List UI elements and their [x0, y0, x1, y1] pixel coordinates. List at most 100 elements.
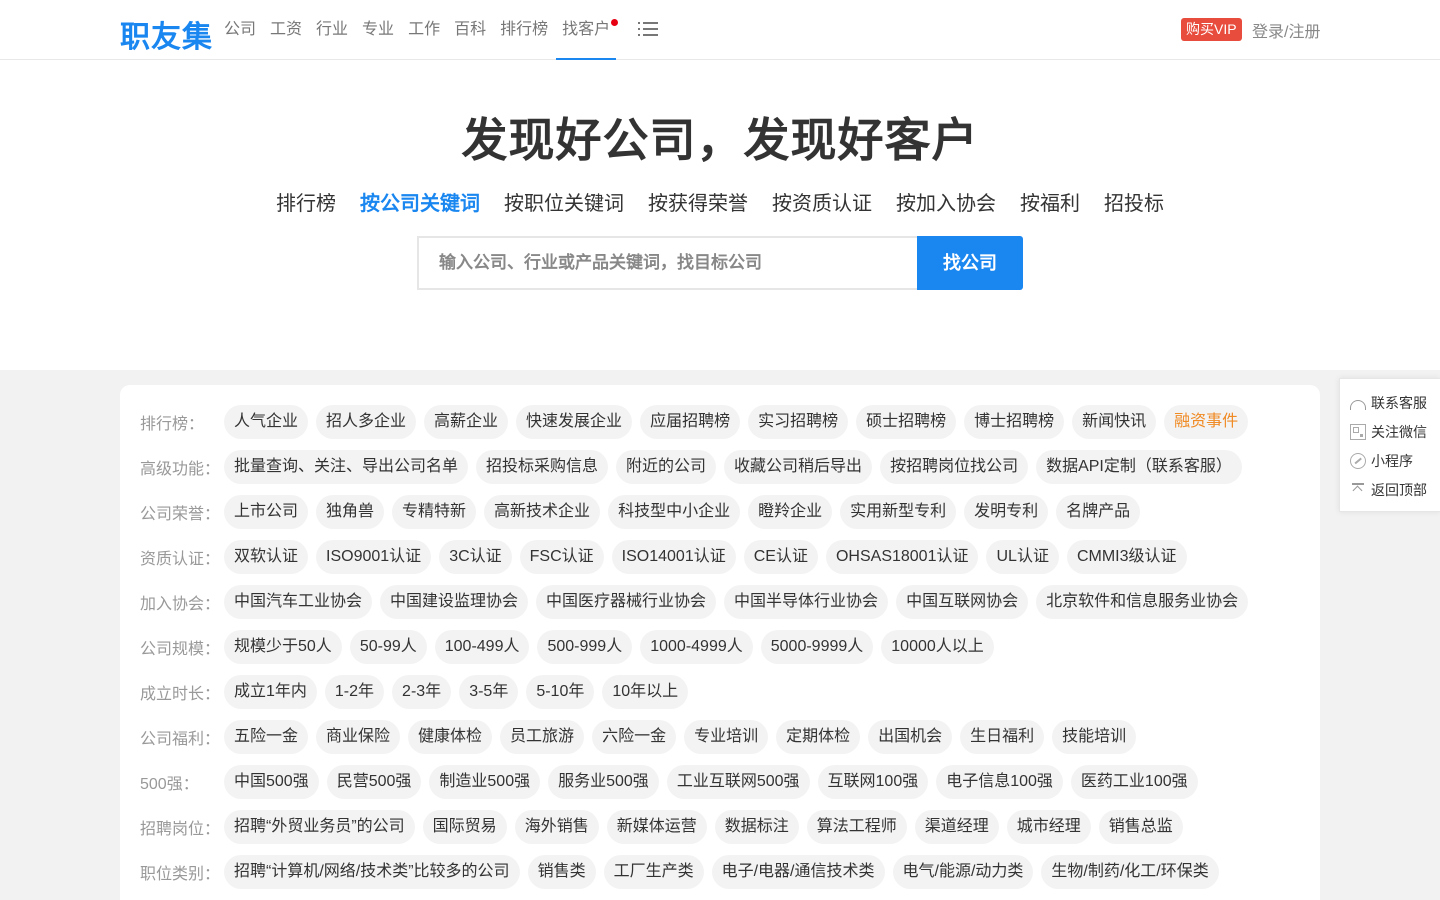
- filter-tag[interactable]: 中国互联网协会: [896, 585, 1029, 619]
- filter-tag[interactable]: 服务业500强: [548, 765, 659, 799]
- filter-tag[interactable]: 电子信息100强: [936, 765, 1063, 799]
- filter-tag[interactable]: 中国汽车工业协会: [224, 585, 373, 619]
- filter-tag[interactable]: 5000-9999人: [760, 630, 874, 664]
- filter-tag[interactable]: 双软认证: [224, 540, 309, 574]
- contact-service-button[interactable]: 联系客服: [1350, 393, 1427, 413]
- filter-tag[interactable]: 海外销售: [514, 810, 599, 844]
- filter-tag[interactable]: 商业保险: [316, 720, 401, 754]
- login-register-link[interactable]: 登录/注册: [1252, 18, 1320, 42]
- search-input[interactable]: [419, 238, 918, 288]
- filter-tag[interactable]: ISO9001认证: [316, 540, 432, 574]
- tab-job-keyword[interactable]: 按职位关键词: [504, 187, 624, 216]
- filter-tag[interactable]: FSC认证: [519, 540, 604, 574]
- filter-tag[interactable]: 科技型中小企业: [608, 495, 741, 529]
- filter-tag[interactable]: 生物/制药/化工/环保类: [1041, 855, 1219, 889]
- filter-tag[interactable]: 互联网100强: [817, 765, 929, 799]
- tab-company-keyword[interactable]: 按公司关键词: [360, 187, 480, 216]
- filter-tag[interactable]: 五险一金: [224, 720, 309, 754]
- filter-tag[interactable]: 附近的公司: [616, 450, 717, 484]
- filter-tag[interactable]: 实用新型专利: [840, 495, 957, 529]
- filter-tag[interactable]: 北京软件和信息服务业协会: [1036, 585, 1249, 619]
- tab-ranking[interactable]: 排行榜: [276, 187, 336, 216]
- back-to-top-button[interactable]: 返回顶部: [1350, 480, 1427, 500]
- filter-tag[interactable]: 上市公司: [224, 495, 309, 529]
- filter-tag[interactable]: 新媒体运营: [606, 810, 707, 844]
- filter-tag[interactable]: 员工旅游: [500, 720, 585, 754]
- filter-tag[interactable]: 专业培训: [684, 720, 769, 754]
- filter-tag[interactable]: 招聘“计算机/网络/技术类”比较多的公司: [224, 855, 520, 889]
- filter-tag[interactable]: 技能培训: [1052, 720, 1137, 754]
- filter-tag[interactable]: 中国医疗器械行业协会: [536, 585, 717, 619]
- filter-tag[interactable]: 发明专利: [964, 495, 1049, 529]
- tab-certification[interactable]: 按资质认证: [772, 187, 872, 216]
- filter-tag[interactable]: 名牌产品: [1056, 495, 1141, 529]
- filter-tag[interactable]: 渠道经理: [914, 810, 999, 844]
- mini-program-button[interactable]: 小程序: [1350, 451, 1413, 471]
- filter-tag[interactable]: 成立1年内: [224, 675, 317, 709]
- nav-item-ranking[interactable]: 排行榜: [500, 0, 548, 60]
- filter-tag[interactable]: 招聘“外贸业务员”的公司: [224, 810, 415, 844]
- filter-tag[interactable]: 人气企业: [224, 405, 309, 439]
- nav-item-find-customers[interactable]: 找客户: [556, 0, 619, 60]
- filter-tag[interactable]: 瞪羚企业: [748, 495, 833, 529]
- filter-tag[interactable]: 电气/能源/动力类: [892, 855, 1034, 889]
- filter-tag[interactable]: 健康体检: [408, 720, 493, 754]
- filter-tag[interactable]: 应届招聘榜: [640, 405, 741, 439]
- filter-tag[interactable]: 生日福利: [960, 720, 1045, 754]
- filter-tag[interactable]: 批量查询、关注、导出公司名单: [224, 450, 469, 484]
- filter-tag[interactable]: 制造业500强: [429, 765, 541, 799]
- filter-tag[interactable]: 快速发展企业: [516, 405, 633, 439]
- filter-tag[interactable]: 10年以上: [602, 675, 689, 709]
- filter-tag[interactable]: 销售类: [527, 855, 596, 889]
- filter-tag[interactable]: 数据API定制（联系客服）: [1036, 450, 1242, 484]
- filter-tag[interactable]: 博士招聘榜: [964, 405, 1065, 439]
- filter-tag[interactable]: 3-5年: [459, 675, 519, 709]
- filter-tag[interactable]: 医药工业100强: [1070, 765, 1198, 799]
- nav-item-industry[interactable]: 行业: [316, 0, 348, 60]
- filter-tag[interactable]: 算法工程师: [806, 810, 907, 844]
- filter-tag[interactable]: 工厂生产类: [603, 855, 704, 889]
- filter-tag[interactable]: 实习招聘榜: [748, 405, 849, 439]
- search-button[interactable]: 找公司: [917, 236, 1023, 290]
- menu-list-icon[interactable]: [638, 22, 659, 38]
- filter-tag[interactable]: 2-3年: [392, 675, 452, 709]
- nav-item-company[interactable]: 公司: [224, 0, 256, 60]
- filter-tag[interactable]: ISO14001认证: [611, 540, 736, 574]
- filter-tag[interactable]: CE认证: [743, 540, 818, 574]
- filter-tag[interactable]: CMMI3级认证: [1066, 540, 1187, 574]
- filter-tag[interactable]: 新闻快讯: [1072, 405, 1157, 439]
- filter-tag[interactable]: 招投标采购信息: [476, 450, 609, 484]
- filter-tag[interactable]: 1-2年: [324, 675, 385, 709]
- filter-tag[interactable]: 50-99人: [349, 630, 427, 664]
- nav-item-major[interactable]: 专业: [362, 0, 394, 60]
- filter-tag[interactable]: 10000人以上: [881, 630, 994, 664]
- filter-tag[interactable]: 电子/电器/通信技术类: [711, 855, 885, 889]
- site-logo[interactable]: 职友集: [120, 12, 213, 56]
- filter-tag[interactable]: 高新技术企业: [484, 495, 601, 529]
- filter-tag[interactable]: 500-999人: [537, 630, 633, 664]
- filter-tag[interactable]: 销售总监: [1098, 810, 1183, 844]
- filter-tag[interactable]: 中国建设监理协会: [380, 585, 529, 619]
- filter-tag[interactable]: 独角兽: [316, 495, 385, 529]
- tab-honors[interactable]: 按获得荣誉: [648, 187, 748, 216]
- nav-item-job[interactable]: 工作: [408, 0, 440, 60]
- filter-tag[interactable]: 出国机会: [868, 720, 953, 754]
- filter-tag[interactable]: 国际贸易: [422, 810, 507, 844]
- filter-tag[interactable]: 中国500强: [224, 765, 319, 799]
- filter-tag[interactable]: 按招聘岗位找公司: [880, 450, 1029, 484]
- filter-tag[interactable]: 收藏公司稍后导出: [724, 450, 873, 484]
- tab-bidding[interactable]: 招投标: [1104, 187, 1164, 216]
- tab-association[interactable]: 按加入协会: [896, 187, 996, 216]
- filter-tag[interactable]: 硕士招聘榜: [856, 405, 957, 439]
- buy-vip-button[interactable]: 购买VIP: [1181, 18, 1242, 41]
- filter-tag[interactable]: 六险一金: [592, 720, 677, 754]
- filter-tag[interactable]: 高薪企业: [424, 405, 509, 439]
- nav-item-wiki[interactable]: 百科: [454, 0, 486, 60]
- filter-tag[interactable]: 城市经理: [1006, 810, 1091, 844]
- filter-tag[interactable]: 招人多企业: [316, 405, 417, 439]
- filter-tag[interactable]: OHSAS18001认证: [825, 540, 979, 574]
- filter-tag[interactable]: 工业互联网500强: [666, 765, 810, 799]
- filter-tag[interactable]: 专精特新: [392, 495, 477, 529]
- filter-tag[interactable]: 定期体检: [776, 720, 861, 754]
- filter-tag[interactable]: 数据标注: [714, 810, 799, 844]
